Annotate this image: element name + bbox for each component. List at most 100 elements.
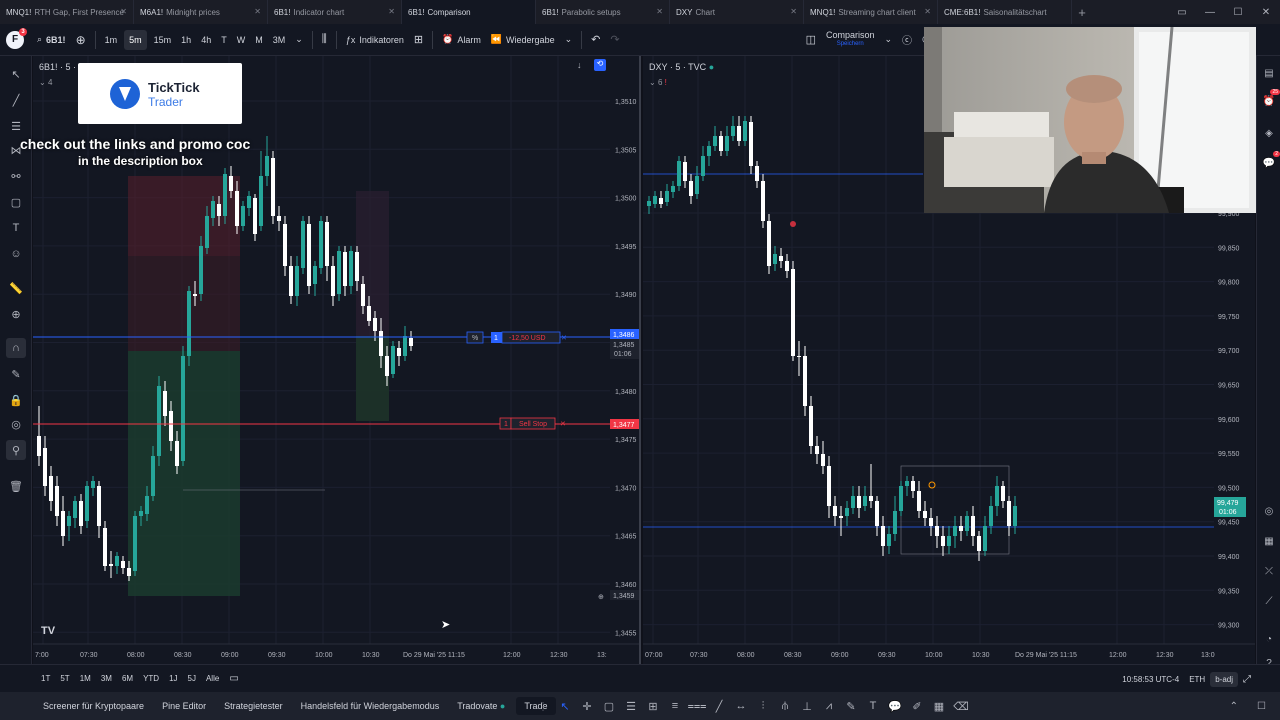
interval-1h[interactable]: 1h bbox=[176, 24, 196, 56]
range-1d[interactable]: 1T bbox=[36, 674, 55, 683]
interval-week[interactable]: W bbox=[232, 24, 251, 56]
pane-indicator-count[interactable]: ⌄ 4 bbox=[39, 78, 52, 87]
close-icon[interactable]: ✕ bbox=[924, 7, 931, 16]
pane-symbol-title[interactable]: DXY · 5 · TVC ● bbox=[649, 62, 714, 72]
parallel-channel-icon[interactable]: ☰ bbox=[620, 700, 642, 713]
highlighter-icon[interactable]: ✐ bbox=[906, 700, 928, 713]
magnet-icon[interactable]: ∩ bbox=[6, 338, 26, 358]
layers-icon[interactable]: ◈ bbox=[1260, 124, 1278, 142]
drawing-tools-icon[interactable]: ⤫ bbox=[1260, 562, 1278, 580]
interval-15m[interactable]: 15m bbox=[149, 24, 177, 56]
interval-day[interactable]: T bbox=[216, 24, 232, 56]
maximize-panel-icon[interactable]: ☐ bbox=[1257, 701, 1266, 712]
zoom-icon[interactable]: ⊕ bbox=[6, 304, 26, 324]
close-icon[interactable]: ✕ bbox=[561, 335, 567, 342]
text-icon[interactable]: T bbox=[6, 218, 26, 238]
range-5d[interactable]: 5T bbox=[55, 674, 74, 683]
screen-icon[interactable]: ▭ bbox=[1168, 7, 1196, 18]
range-ytd[interactable]: YTD bbox=[138, 674, 164, 683]
close-icon[interactable]: ✕ bbox=[388, 7, 395, 16]
session-toggle[interactable]: ETH bbox=[1184, 675, 1210, 684]
go-to-date-icon[interactable]: ▭ bbox=[224, 673, 243, 684]
tab-m6a-midnight[interactable]: M6A1! Midnight prices ✕ bbox=[134, 0, 268, 24]
path-icon[interactable]: ⩘ bbox=[818, 700, 840, 713]
pine-editor-tab[interactable]: Pine Editor bbox=[153, 701, 215, 711]
range-1y[interactable]: 1J bbox=[164, 674, 182, 683]
range-3m[interactable]: 3M bbox=[96, 674, 117, 683]
close-icon[interactable]: ✕ bbox=[560, 421, 566, 428]
indicators-button[interactable]: ƒx Indikatoren bbox=[341, 24, 409, 56]
vertical-line-icon[interactable]: ⫶ bbox=[752, 700, 774, 713]
eraser-icon[interactable]: ⌫ bbox=[950, 700, 972, 713]
close-icon[interactable]: ✕ bbox=[120, 7, 127, 16]
target-icon[interactable]: ◎ bbox=[1260, 502, 1278, 520]
range-all[interactable]: Alle bbox=[201, 674, 224, 683]
rectangle-icon[interactable]: ▢ bbox=[6, 192, 26, 212]
layout-panel-icon[interactable]: ◫ bbox=[801, 24, 821, 56]
interval-1m[interactable]: 1m bbox=[100, 24, 123, 56]
event-marker[interactable] bbox=[790, 221, 796, 227]
new-tab-button[interactable]: + bbox=[1072, 0, 1092, 24]
currency-icon[interactable]: ⓒ bbox=[897, 24, 917, 56]
strategy-tester-tab[interactable]: Strategietester bbox=[215, 701, 292, 711]
sync-link-icon[interactable]: ⚲ bbox=[6, 440, 26, 460]
range-5y[interactable]: 5J bbox=[183, 674, 201, 683]
anchor-icon[interactable]: ⊥ bbox=[796, 700, 818, 713]
ruler-icon[interactable]: 📏 bbox=[6, 278, 26, 298]
tab-6b-indicator[interactable]: 6B1! Indicator chart ✕ bbox=[268, 0, 402, 24]
emoji-icon[interactable]: ☺ bbox=[6, 244, 26, 264]
eye-icon[interactable]: ◎ bbox=[6, 414, 26, 434]
lock-icon[interactable]: 🔒 bbox=[6, 390, 26, 410]
scroll-down-icon[interactable]: ↓ bbox=[577, 60, 582, 70]
pattern-icon[interactable]: ▦ bbox=[928, 700, 950, 713]
account-avatar[interactable]: F3 bbox=[6, 27, 27, 49]
horizontal-lines-icon[interactable]: ☰ bbox=[6, 116, 26, 136]
pencil-lock-icon[interactable]: ✎ bbox=[6, 364, 26, 384]
fib-retracement-icon[interactable]: ≡ bbox=[664, 700, 686, 712]
crosshair-icon[interactable]: ✛ bbox=[576, 700, 598, 713]
fullscreen-icon[interactable]: ⤢ bbox=[1238, 674, 1256, 685]
tab-dxy-chart[interactable]: DXY Chart ✕ bbox=[670, 0, 804, 24]
trend-line-icon[interactable]: ╱ bbox=[6, 90, 26, 110]
undo-icon[interactable]: ↶ bbox=[586, 24, 605, 56]
lines-icon[interactable]: ⩶ bbox=[686, 700, 708, 713]
rectangle-icon[interactable]: ▢ bbox=[598, 700, 620, 713]
chevron-down-icon[interactable]: ⌄ bbox=[880, 24, 898, 56]
chat-icon[interactable]: 💬 2 bbox=[1260, 151, 1280, 172]
tab-mnq-streaming[interactable]: MNQ1! Streaming chart client ✕ bbox=[804, 0, 938, 24]
cursor-icon[interactable]: ↖ bbox=[554, 700, 576, 713]
compare-symbol-button[interactable]: ⊕ bbox=[71, 24, 91, 56]
sync-icon[interactable]: ⟲ bbox=[594, 59, 606, 71]
symbol-search[interactable]: ⌕ 6B1! bbox=[32, 24, 71, 56]
crypto-screener-tab[interactable]: Screener für Kryptopaare bbox=[34, 701, 153, 711]
maximize-icon[interactable]: ☐ bbox=[1224, 7, 1252, 18]
alarm-button[interactable]: ⏰ Alarm bbox=[437, 24, 486, 56]
adjust-toggle[interactable]: b-adj bbox=[1210, 671, 1238, 687]
chevron-down-icon[interactable]: ⌄ bbox=[290, 24, 308, 56]
interval-month[interactable]: M bbox=[250, 24, 268, 56]
clock-display[interactable]: 10:58:53 UTC-4 bbox=[1117, 675, 1184, 684]
interval-5m[interactable]: 5m bbox=[124, 29, 147, 50]
chart-line-icon[interactable]: ⟋ bbox=[1260, 592, 1278, 610]
pane-indicator-count[interactable]: ⌄ 6 ! bbox=[649, 78, 667, 87]
tradovate-tab[interactable]: Tradovate ● bbox=[448, 701, 514, 711]
templates-icon[interactable]: ⊞ bbox=[409, 24, 428, 56]
replay-button[interactable]: ⏪ Wiedergabe bbox=[486, 24, 560, 56]
minimize-icon[interactable]: — bbox=[1196, 7, 1224, 18]
grid-icon[interactable]: ⊞ bbox=[642, 700, 664, 713]
chevron-down-icon[interactable]: ⌄ bbox=[560, 24, 578, 56]
close-icon[interactable]: ✕ bbox=[790, 7, 797, 16]
layout-save-button[interactable]: Comparison Speichern bbox=[821, 24, 880, 56]
replay-trading-tab[interactable]: Handelsfeld für Wiedergabemodus bbox=[292, 701, 449, 711]
trash-icon[interactable]: 🗑 bbox=[6, 476, 26, 496]
trend-line-icon[interactable]: ╱ bbox=[708, 700, 730, 713]
text-icon[interactable]: T bbox=[862, 700, 884, 712]
broadcast-icon[interactable]: ◔ bbox=[1260, 630, 1278, 648]
callout-icon[interactable]: 💬 bbox=[884, 700, 906, 713]
brush-icon[interactable]: ✎ bbox=[840, 700, 862, 713]
tab-mnq-rth[interactable]: MNQ1! RTH Gap, First Presence ✕ bbox=[0, 0, 134, 24]
close-icon[interactable]: ✕ bbox=[254, 7, 261, 16]
interval-3m[interactable]: 3M bbox=[268, 24, 291, 56]
calendar-icon[interactable]: ▦ bbox=[1260, 532, 1278, 550]
drag-handle-icon[interactable]: ⋮ bbox=[532, 700, 554, 713]
